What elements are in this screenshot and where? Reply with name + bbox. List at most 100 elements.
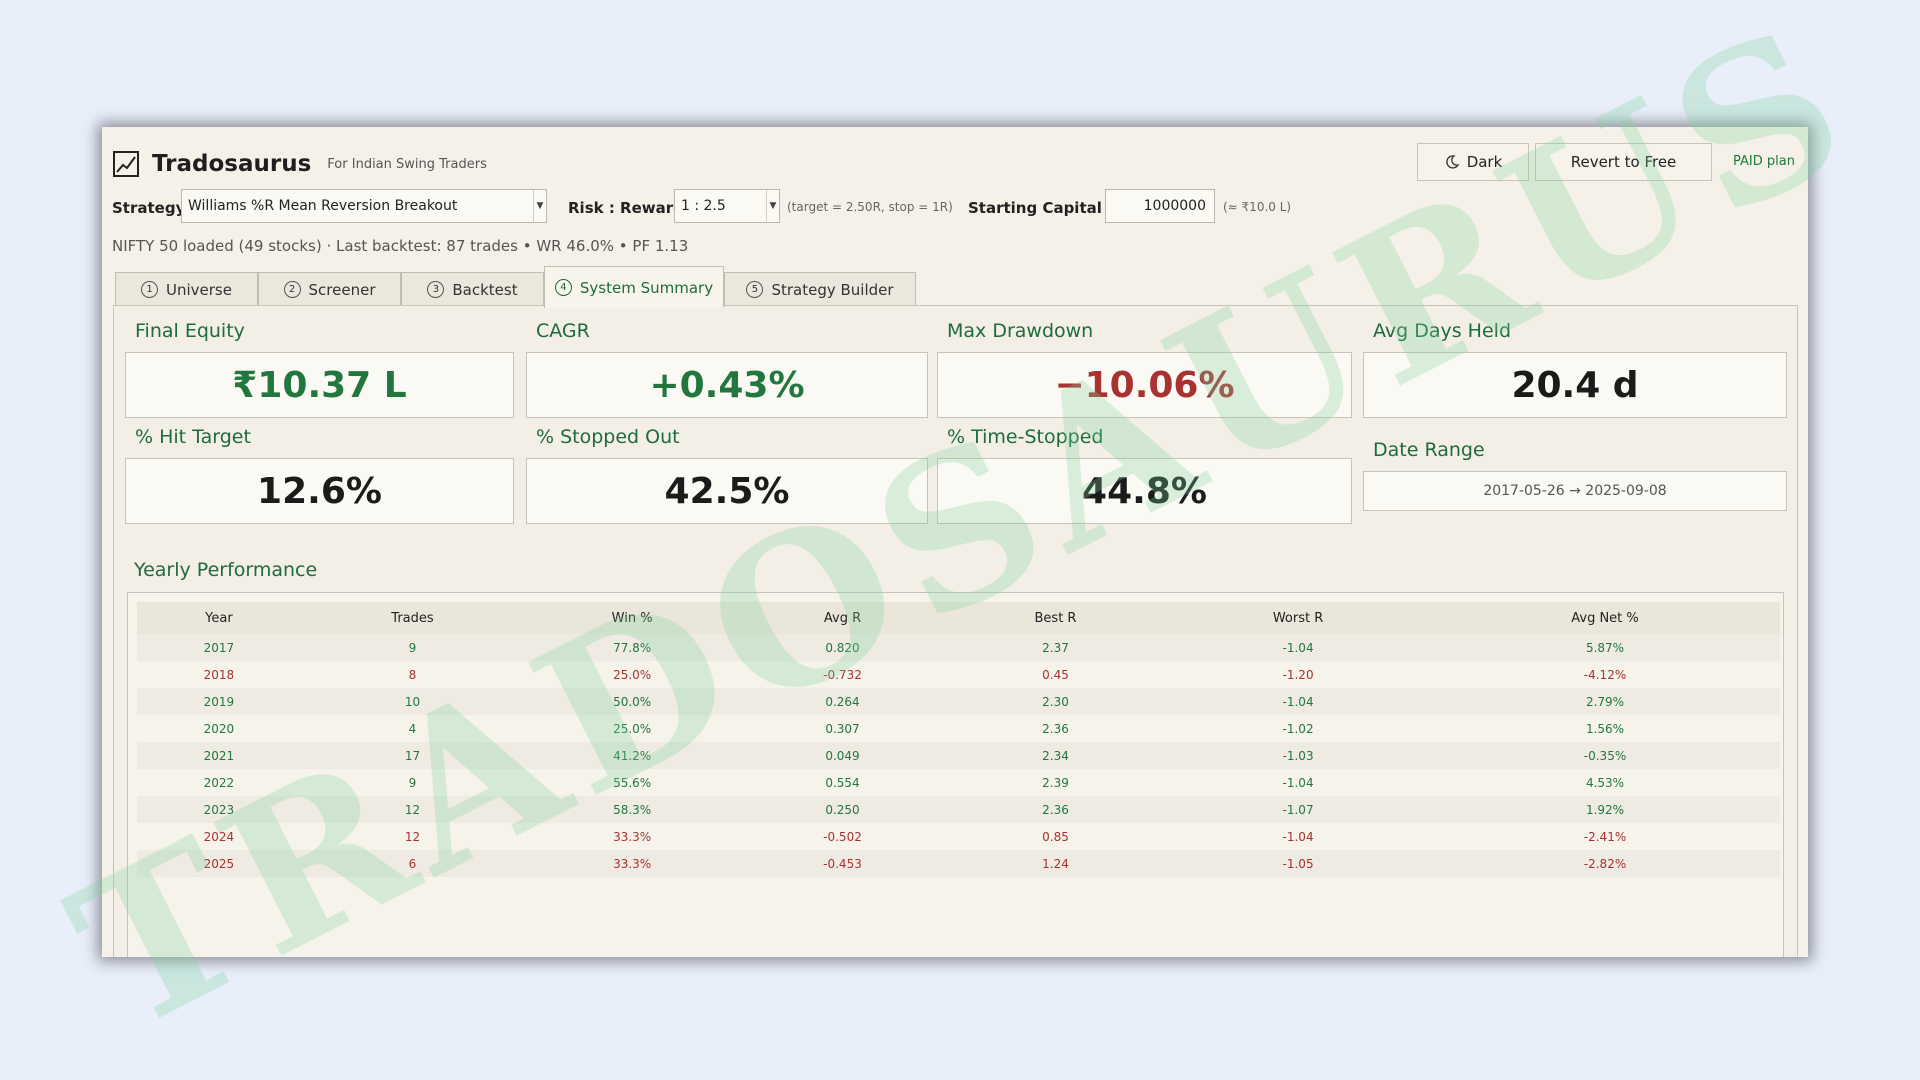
yearly-performance-title: Yearly Performance xyxy=(134,559,318,581)
time-stopped-card: % Time-Stopped 44.8% xyxy=(937,426,1352,524)
yearly-performance-table-frame: Year Trades Win % Avg R Best R Worst R A… xyxy=(127,592,1784,957)
table-cell: 25.0% xyxy=(524,715,741,742)
stopped-out-card: % Stopped Out 42.5% xyxy=(526,426,928,524)
table-cell: 0.554 xyxy=(740,769,945,796)
column-header-avg-r[interactable]: Avg R xyxy=(740,602,945,634)
table-cell: 2017 xyxy=(137,634,301,661)
cagr-card: CAGR +0.43% xyxy=(526,320,928,418)
hit-target-value: 12.6% xyxy=(125,458,514,524)
table-cell: 2.36 xyxy=(944,715,1167,742)
tab-label: Screener xyxy=(308,280,376,299)
tab-number-badge: 2 xyxy=(283,281,301,298)
tab-label: Universe xyxy=(166,280,232,299)
revert-to-free-button[interactable]: Revert to Free xyxy=(1535,143,1712,181)
column-header-best-r[interactable]: Best R xyxy=(944,602,1167,634)
table-row[interactable]: 2021 17 41.2% 0.049 2.34 -1.03 -0.35% xyxy=(137,742,1780,769)
table-cell: -1.02 xyxy=(1166,715,1431,742)
table-cell: -0.35% xyxy=(1430,742,1780,769)
card-title: Avg Days Held xyxy=(1373,320,1512,342)
stopped-out-value: 42.5% xyxy=(526,458,928,524)
table-cell: -1.05 xyxy=(1166,850,1431,877)
dark-mode-label: Dark xyxy=(1466,153,1503,171)
tab-strategy-builder[interactable]: 5 Strategy Builder xyxy=(724,272,916,306)
max-drawdown-card: Max Drawdown −10.06% xyxy=(937,320,1352,418)
table-cell: 25.0% xyxy=(524,661,741,688)
table-row[interactable]: 2022 9 55.6% 0.554 2.39 -1.04 4.53% xyxy=(137,769,1780,796)
table-cell: 0.307 xyxy=(740,715,945,742)
date-range-value: 2017-05-26 → 2025-09-08 xyxy=(1363,471,1787,511)
strategy-select[interactable]: Williams %R Mean Reversion Breakout ▼ xyxy=(181,189,547,223)
table-cell: -4.12% xyxy=(1430,661,1780,688)
chevron-down-icon[interactable]: ▼ xyxy=(766,190,779,222)
tab-backtest[interactable]: 3 Backtest xyxy=(401,272,544,306)
table-cell: 2.30 xyxy=(944,688,1167,715)
column-header-trades[interactable]: Trades xyxy=(300,602,525,634)
table-cell: 58.3% xyxy=(524,796,741,823)
table-cell: 2019 xyxy=(137,688,301,715)
tab-label: Backtest xyxy=(452,280,518,299)
table-cell: 4.53% xyxy=(1430,769,1780,796)
table-cell: -1.04 xyxy=(1166,823,1431,850)
app-subtitle: For Indian Swing Traders xyxy=(327,156,487,172)
app-title: Tradosaurus xyxy=(152,151,312,177)
final-equity-value: ₹10.37 L xyxy=(125,352,514,418)
table-cell: 0.264 xyxy=(740,688,945,715)
table-row[interactable]: 2023 12 58.3% 0.250 2.36 -1.07 1.92% xyxy=(137,796,1780,823)
table-cell: 50.0% xyxy=(524,688,741,715)
table-cell: 2.37 xyxy=(944,634,1167,661)
card-title: % Time-Stopped xyxy=(947,426,1104,448)
column-header-win-pct[interactable]: Win % xyxy=(524,602,741,634)
chevron-down-icon[interactable]: ▼ xyxy=(533,190,546,222)
tab-universe[interactable]: 1 Universe xyxy=(115,272,258,306)
table-row[interactable]: 2020 4 25.0% 0.307 2.36 -1.02 1.56% xyxy=(137,715,1780,742)
table-cell: -1.04 xyxy=(1166,769,1431,796)
starting-capital-input[interactable] xyxy=(1105,189,1215,223)
tab-system-summary[interactable]: 4 System Summary xyxy=(544,266,724,308)
table-cell: 33.3% xyxy=(524,823,741,850)
column-header-avg-net-pct[interactable]: Avg Net % xyxy=(1430,602,1780,634)
table-cell: -1.20 xyxy=(1166,661,1431,688)
app-window: Tradosaurus For Indian Swing Traders Dar… xyxy=(102,127,1808,957)
card-title: Final Equity xyxy=(135,320,245,342)
max-drawdown-value: −10.06% xyxy=(937,352,1352,418)
table-cell: 10 xyxy=(300,688,525,715)
table-row[interactable]: 2018 8 25.0% -0.732 0.45 -1.20 -4.12% xyxy=(137,661,1780,688)
tab-screener[interactable]: 2 Screener xyxy=(258,272,401,306)
card-title: Max Drawdown xyxy=(947,320,1094,342)
column-header-year[interactable]: Year xyxy=(137,602,301,634)
table-cell: 12 xyxy=(300,796,525,823)
table-cell: -1.07 xyxy=(1166,796,1431,823)
dark-mode-button[interactable]: Dark xyxy=(1417,143,1529,181)
table-cell: 12 xyxy=(300,823,525,850)
avg-days-held-value: 20.4 d xyxy=(1363,352,1787,418)
table-cell: 41.2% xyxy=(524,742,741,769)
plan-badge: PAID plan xyxy=(1733,154,1795,169)
system-summary-panel: Final Equity ₹10.37 L CAGR +0.43% Max Dr… xyxy=(113,305,1798,957)
table-cell: -2.41% xyxy=(1430,823,1780,850)
time-stopped-value: 44.8% xyxy=(937,458,1352,524)
risk-reward-hint: (target = 2.50R, stop = 1R) xyxy=(787,200,953,214)
table-row[interactable]: 2019 10 50.0% 0.264 2.30 -1.04 2.79% xyxy=(137,688,1780,715)
table-cell: -1.03 xyxy=(1166,742,1431,769)
table-cell: -2.82% xyxy=(1430,850,1780,877)
table-cell: 0.049 xyxy=(740,742,945,769)
risk-reward-label: Risk : Reward xyxy=(568,199,684,217)
moon-icon xyxy=(1445,155,1460,169)
table-cell: 9 xyxy=(300,634,525,661)
table-row[interactable]: 2017 9 77.8% 0.820 2.37 -1.04 5.87% xyxy=(137,634,1780,661)
table-cell: 2020 xyxy=(137,715,301,742)
tab-number-badge: 3 xyxy=(427,281,445,298)
table-cell: -1.04 xyxy=(1166,688,1431,715)
tab-number-badge: 4 xyxy=(554,279,572,296)
date-range-card: Date Range 2017-05-26 → 2025-09-08 xyxy=(1363,439,1787,511)
table-row[interactable]: 2024 12 33.3% -0.502 0.85 -1.04 -2.41% xyxy=(137,823,1780,850)
risk-reward-select[interactable]: 1 : 2.5 ▼ xyxy=(674,189,780,223)
table-row[interactable]: 2025 6 33.3% -0.453 1.24 -1.05 -2.82% xyxy=(137,850,1780,877)
table-header-row: Year Trades Win % Avg R Best R Worst R A… xyxy=(137,602,1780,634)
table-cell: 4 xyxy=(300,715,525,742)
table-cell: 2.39 xyxy=(944,769,1167,796)
table-cell: 17 xyxy=(300,742,525,769)
card-title: % Hit Target xyxy=(135,426,251,448)
column-header-worst-r[interactable]: Worst R xyxy=(1166,602,1431,634)
tab-label: Strategy Builder xyxy=(771,280,894,299)
